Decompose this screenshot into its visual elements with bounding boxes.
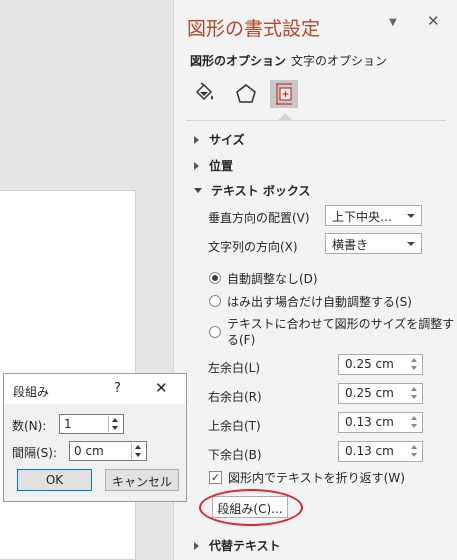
help-button[interactable]: ?: [114, 381, 121, 396]
margin-bottom-input[interactable]: 0.13 cm: [338, 441, 423, 462]
dialog-close-button[interactable]: ✕: [155, 379, 168, 397]
section-alt-text-label: 代替テキスト: [209, 539, 281, 553]
vertical-align-label: 垂直方向の配置(V): [208, 211, 310, 225]
section-textbox[interactable]: テキスト ボックス: [194, 182, 310, 199]
fill-line-icon[interactable]: [190, 80, 218, 108]
section-textbox-label: テキスト ボックス: [211, 184, 311, 198]
size-properties-icon[interactable]: [270, 80, 298, 108]
margin-left-input[interactable]: 0.25 cm: [338, 354, 423, 375]
collapse-arrow-icon: [194, 135, 199, 144]
margin-left-label: 左余白(L): [208, 361, 261, 375]
highlight-ring: [199, 489, 303, 526]
margin-top-value: 0.13 cm: [345, 415, 394, 429]
margin-bottom-value: 0.13 cm: [345, 444, 394, 458]
format-shape-pane: 図形の書式設定 ▼ ✕ 図形のオプション 文字のオプション サイズ 位置 テキス…: [173, 0, 457, 560]
section-size[interactable]: サイズ: [194, 131, 245, 148]
spinner-arrows-icon[interactable]: [410, 385, 420, 402]
cancel-button[interactable]: キャンセル: [105, 469, 179, 491]
radio-label-line2: る(F): [227, 333, 256, 347]
wrap-text-checkbox-row[interactable]: ✓ 図形内でテキストを折り返す(W): [209, 469, 405, 486]
spinner-arrows-icon[interactable]: [410, 414, 420, 431]
vertical-align-value: 上下中央…: [332, 210, 393, 224]
number-label: 数(N):: [12, 419, 47, 433]
section-size-label: サイズ: [209, 133, 245, 147]
radio-autofit-none[interactable]: 自動調整なし(D): [209, 270, 318, 287]
spinner-arrows-icon[interactable]: [410, 443, 420, 460]
margin-right-value: 0.25 cm: [345, 386, 394, 400]
margin-top-label: 上余白(T): [208, 419, 261, 433]
radio-button[interactable]: [209, 326, 221, 338]
text-direction-select[interactable]: 横書き: [325, 233, 422, 254]
margin-top-input[interactable]: 0.13 cm: [338, 412, 423, 433]
pane-close-button[interactable]: ✕: [427, 12, 440, 30]
radio-label: テキストに合わせて図形のサイズを調整す る(F): [227, 316, 454, 348]
spacing-input[interactable]: 0 cm: [69, 441, 147, 461]
spinner-arrows-icon[interactable]: [410, 356, 420, 373]
spacing-value: 0 cm: [74, 444, 104, 458]
section-position-label: 位置: [209, 159, 234, 173]
vertical-align-select[interactable]: 上下中央…: [325, 205, 422, 226]
ok-button[interactable]: OK: [17, 469, 92, 491]
spinner-arrows-icon[interactable]: [131, 443, 145, 459]
spinner-arrows-icon[interactable]: [108, 416, 122, 432]
columns-dialog: 段組み ? ✕ 数(N): 1 間隔(S): 0 cm OK キャンセル: [3, 373, 187, 502]
radio-label-line1: テキストに合わせて図形のサイズを調整す: [227, 317, 455, 331]
radio-button[interactable]: [209, 272, 221, 284]
margin-right-input[interactable]: 0.25 cm: [338, 383, 423, 404]
tab-text-options[interactable]: 文字のオプション: [291, 52, 387, 69]
radio-resize-shape[interactable]: テキストに合わせて図形のサイズを調整す る(F): [209, 316, 454, 348]
margin-right-label: 右余白(R): [208, 390, 262, 404]
wrap-text-label: 図形内でテキストを折り返す(W): [228, 471, 405, 485]
wrap-text-checkbox[interactable]: ✓: [209, 471, 222, 484]
section-position[interactable]: 位置: [194, 157, 233, 174]
tab-pointer: [278, 113, 292, 120]
radio-label: はみ出す場合だけ自動調整する(S): [227, 295, 412, 309]
margin-left-value: 0.25 cm: [345, 357, 394, 371]
spacing-label: 間隔(S):: [12, 446, 58, 460]
radio-shrink-on-overflow[interactable]: はみ出す場合だけ自動調整する(S): [209, 293, 412, 310]
margin-bottom-label: 下余白(B): [208, 448, 262, 462]
section-alt-text[interactable]: 代替テキスト: [194, 537, 281, 554]
expand-arrow-icon: [194, 188, 202, 193]
collapse-arrow-icon: [194, 161, 199, 170]
number-value: 1: [64, 417, 72, 431]
pane-divider: [186, 120, 446, 121]
text-direction-value: 横書き: [332, 238, 369, 252]
pane-options-dropdown-icon[interactable]: ▼: [389, 17, 397, 28]
radio-button[interactable]: [209, 295, 221, 307]
number-input[interactable]: 1: [59, 414, 124, 434]
effects-icon[interactable]: [232, 80, 260, 108]
radio-label: 自動調整なし(D): [227, 272, 318, 286]
collapse-arrow-icon: [194, 541, 199, 550]
text-direction-label: 文字列の方向(X): [208, 240, 298, 254]
tab-shape-options[interactable]: 図形のオプション: [190, 52, 286, 69]
dialog-title: 段組み: [13, 385, 50, 399]
chevron-down-icon: [407, 242, 415, 246]
chevron-down-icon: [407, 214, 415, 218]
pane-title: 図形の書式設定: [187, 18, 321, 40]
